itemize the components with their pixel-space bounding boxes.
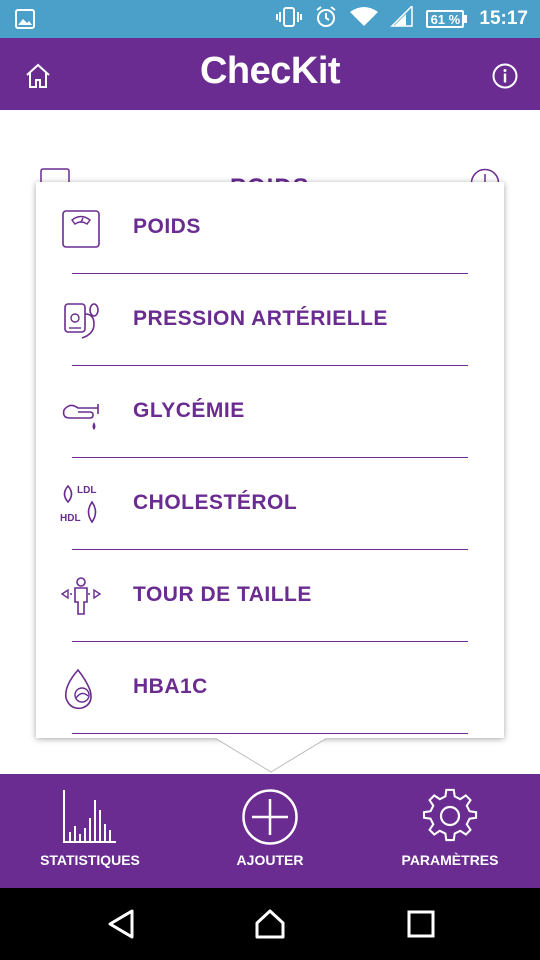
image-icon (14, 8, 36, 35)
dropdown-item-hba1c[interactable]: HBA1C (36, 642, 504, 734)
hdl-text: HDL (60, 513, 81, 524)
dropdown-item-poids[interactable]: POIDS (36, 182, 504, 274)
scale-icon (60, 208, 102, 250)
hba1c-icon (60, 668, 102, 710)
signal-icon (390, 3, 414, 33)
recents-icon[interactable] (406, 908, 436, 945)
vibrate-icon (276, 6, 303, 33)
finger-drop-icon (60, 392, 102, 434)
nav-parametres[interactable]: PARAMÈTRES (360, 774, 540, 888)
waist-icon (60, 576, 102, 618)
dropdown-item-label: GLYCÉMIE (133, 399, 245, 422)
chart-icon (0, 788, 180, 844)
battery-icon: 61 % (426, 10, 468, 28)
dropdown-item-label: TOUR DE TAILLE (133, 583, 312, 606)
blood-pressure-icon (60, 300, 102, 342)
nav-ajouter[interactable]: AJOUTER (180, 774, 360, 888)
cholesterol-icon: LDL HDL (60, 484, 102, 526)
home-nav-icon[interactable] (254, 908, 286, 945)
dropdown-item-label: HBA1C (133, 675, 208, 698)
dropdown-item-label: PRESSION ARTÉRIELLE (133, 307, 388, 330)
dropdown-item-glycemie[interactable]: GLYCÉMIE (36, 366, 504, 458)
system-nav-bar (0, 888, 540, 960)
nav-label: STATISTIQUES (40, 852, 140, 868)
dropdown-item-label: CHOLESTÉROL (133, 491, 298, 514)
app-bar: ChecKit (0, 38, 540, 110)
measure-type-dropdown: POIDS PRESSION ARTÉRIELLE GLYCÉMIE LDL HD… (36, 182, 504, 738)
nav-statistiques[interactable]: STATISTIQUES (0, 774, 180, 888)
status-bar: 61 % 15:17 (0, 0, 540, 38)
wifi-icon (350, 6, 379, 33)
dropdown-item-tour-de-taille[interactable]: TOUR DE TAILLE (36, 550, 504, 642)
plus-circle-icon (180, 788, 360, 846)
nav-label: PARAMÈTRES (401, 852, 499, 868)
alarm-icon (314, 5, 338, 34)
info-icon[interactable] (491, 62, 519, 95)
divider (72, 733, 468, 734)
battery-percent: 61 % (426, 10, 465, 28)
dropdown-item-pression-arterielle[interactable]: PRESSION ARTÉRIELLE (36, 274, 504, 366)
clock-time: 15:17 (479, 8, 528, 29)
dropdown-pointer (214, 737, 328, 779)
nav-label: AJOUTER (236, 852, 304, 868)
dropdown-item-cholesterol[interactable]: LDL HDL CHOLESTÉROL (36, 458, 504, 550)
ldl-text: LDL (77, 485, 96, 496)
app-title: ChecKit (199, 50, 341, 92)
dropdown-item-label: POIDS (133, 215, 201, 238)
gear-icon (360, 788, 540, 844)
back-icon[interactable] (106, 908, 136, 945)
bottom-nav: STATISTIQUES AJOUTER PARAMÈTRES (0, 774, 540, 888)
